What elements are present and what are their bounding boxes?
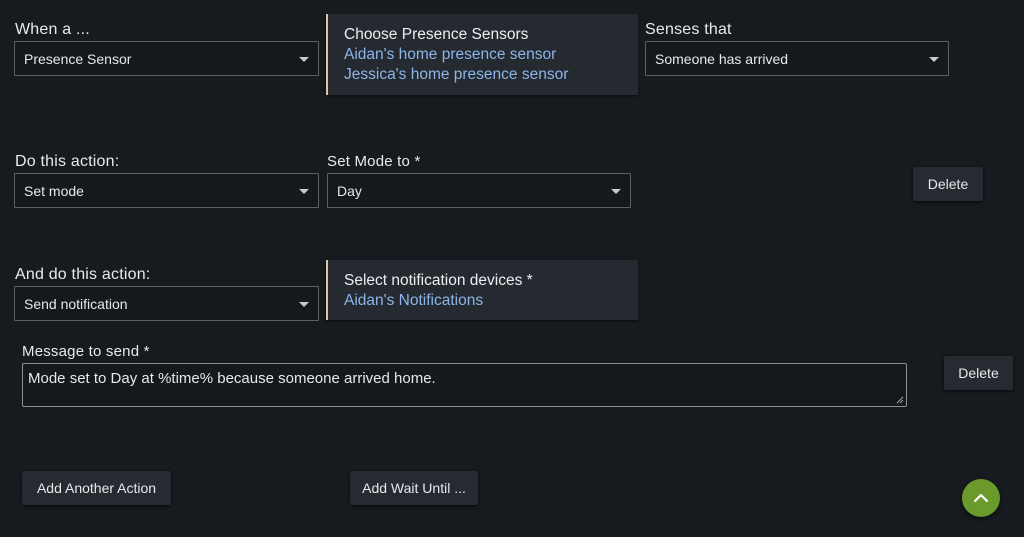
scroll-to-top-button[interactable] — [962, 479, 1000, 517]
add-another-action-button[interactable]: Add Another Action — [22, 471, 171, 505]
device-type-value: Presence Sensor — [24, 51, 132, 67]
senses-label: Senses that — [645, 21, 732, 38]
delete-action-button[interactable]: Delete — [913, 167, 983, 201]
caret-down-icon — [929, 57, 939, 62]
message-value: Mode set to Day at %time% because someon… — [28, 370, 436, 387]
resize-grip-icon[interactable] — [896, 396, 904, 404]
set-mode-label: Set Mode to * — [327, 153, 421, 170]
senses-value: Someone has arrived — [655, 51, 789, 67]
device-type-select[interactable]: Presence Sensor — [14, 41, 319, 76]
message-textarea[interactable]: Mode set to Day at %time% because someon… — [22, 363, 907, 407]
action-select[interactable]: Send notification — [14, 286, 319, 321]
add-wait-until-button[interactable]: Add Wait Until ... — [350, 471, 478, 505]
caret-down-icon — [611, 189, 621, 194]
message-label: Message to send * — [22, 343, 150, 360]
when-label: When a ... — [15, 21, 90, 38]
do-action-label: Do this action: — [15, 153, 120, 170]
caret-down-icon — [299, 189, 309, 194]
action-value: Send notification — [24, 296, 128, 312]
senses-select[interactable]: Someone has arrived — [645, 41, 949, 76]
caret-down-icon — [299, 302, 309, 307]
chevron-up-icon — [973, 493, 989, 503]
action-value: Set mode — [24, 183, 84, 199]
picker-selected-item: Aidan's Notifications — [344, 292, 484, 309]
delete-action-button[interactable]: Delete — [944, 356, 1013, 390]
picker-title: Select notification devices * — [344, 272, 533, 289]
action-select[interactable]: Set mode — [14, 173, 319, 208]
picker-selected-item: Jessica's home presence sensor — [344, 66, 569, 83]
caret-down-icon — [299, 57, 309, 62]
and-do-action-label: And do this action: — [15, 266, 151, 283]
picker-title: Choose Presence Sensors — [344, 26, 529, 43]
presence-sensor-picker[interactable]: Choose Presence Sensors Aidan's home pre… — [326, 14, 638, 95]
mode-select[interactable]: Day — [327, 173, 631, 208]
mode-value: Day — [337, 183, 362, 199]
picker-selected-item: Aidan's home presence sensor — [344, 46, 557, 63]
notification-device-picker[interactable]: Select notification devices * Aidan's No… — [326, 260, 638, 320]
